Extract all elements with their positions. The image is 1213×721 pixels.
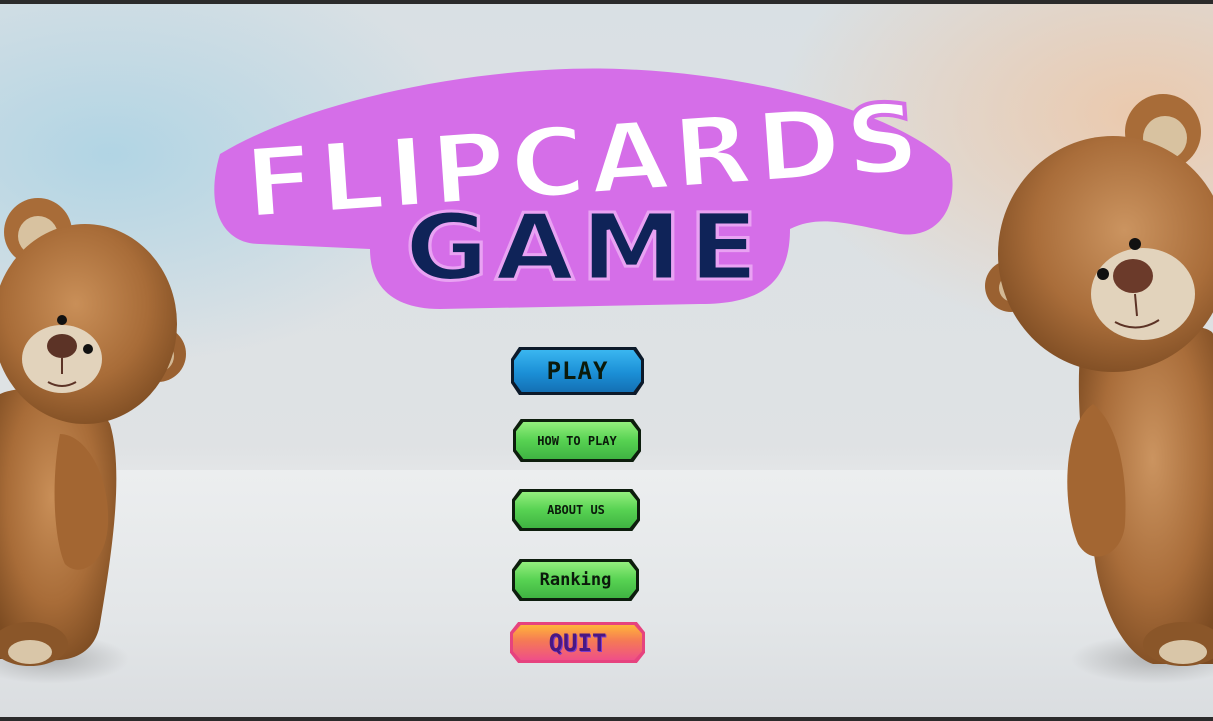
teddy-bear-left-image bbox=[0, 198, 186, 666]
title-line2: GAME bbox=[405, 194, 765, 301]
about-us-button[interactable]: ABOUT US bbox=[512, 489, 640, 531]
quit-label: QUIT bbox=[548, 628, 607, 657]
play-button[interactable]: PLAY bbox=[511, 347, 644, 395]
teddy-bear-right-image bbox=[985, 94, 1213, 666]
quit-button[interactable]: QUIT bbox=[510, 622, 645, 663]
about-us-label: ABOUT US bbox=[547, 503, 605, 517]
how-to-play-label: HOW TO PLAY bbox=[537, 433, 617, 448]
game-logo: FLIPCARDS GAME bbox=[214, 68, 953, 309]
play-label: PLAY bbox=[546, 357, 609, 385]
game-screen: FLIPCARDS GAME PLAY HOW TO PLAY ABOUT US… bbox=[0, 4, 1213, 717]
how-to-play-button[interactable]: HOW TO PLAY bbox=[513, 419, 641, 462]
ranking-button[interactable]: Ranking bbox=[512, 559, 639, 601]
ranking-label: Ranking bbox=[539, 570, 612, 590]
